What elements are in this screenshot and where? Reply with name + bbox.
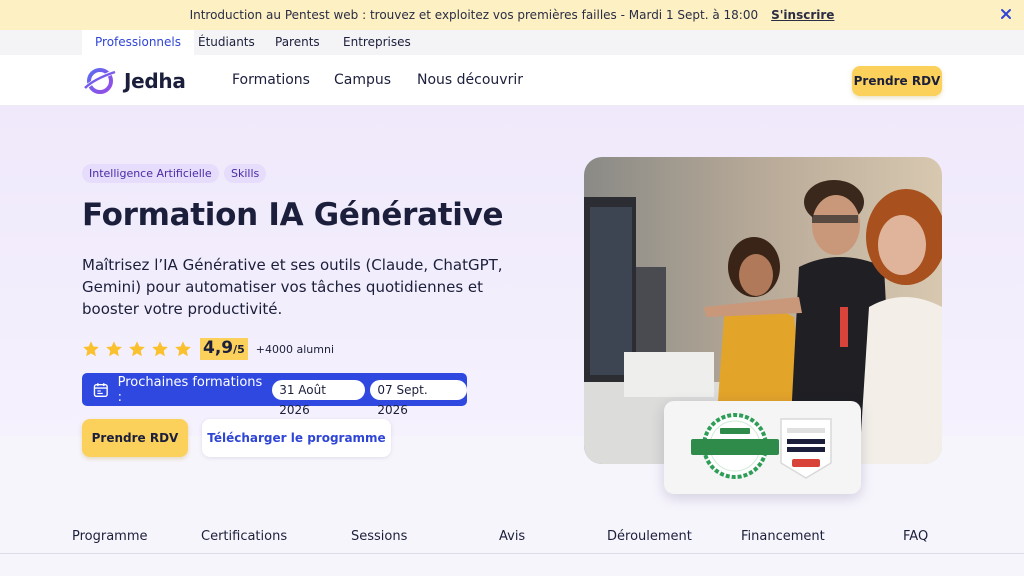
section-nav: Programme Certifications Sessions Avis D…: [0, 518, 1024, 554]
hero-subtitle: Maîtrisez l’IA Générative et ses outils …: [82, 256, 503, 318]
section-tab-financement[interactable]: Financement: [741, 529, 825, 544]
calendar-icon: [93, 382, 108, 397]
tab-entreprises[interactable]: Entreprises: [343, 30, 411, 55]
star-icon: [83, 341, 99, 357]
awards-badges: [691, 413, 832, 479]
section-tab-avis[interactable]: Avis: [499, 529, 525, 544]
tag-skills[interactable]: Skills: [224, 164, 267, 183]
awards-card: [664, 401, 861, 494]
switchup-badge-icon: [780, 418, 832, 479]
tab-etudiants[interactable]: Étudiants: [198, 30, 255, 55]
banner-register-link[interactable]: S'inscrire: [771, 8, 834, 22]
logo-icon: [82, 68, 117, 94]
alumni-count: +4000 alumni: [255, 342, 335, 356]
star-icon: [129, 341, 145, 357]
session-date-chip[interactable]: 31 Août 2026: [272, 379, 366, 417]
star-icon: [175, 341, 191, 357]
hero-rdv-button[interactable]: Prendre RDV: [82, 419, 188, 457]
section-tab-faq[interactable]: FAQ: [903, 529, 928, 544]
tab-parents[interactable]: Parents: [275, 30, 320, 55]
jedha-logo[interactable]: Jedha: [82, 65, 186, 97]
logo-text: Jedha: [124, 69, 186, 93]
course-report-badge-icon: [691, 413, 779, 479]
banner-text: Introduction au Pentest web : trouvez et…: [189, 8, 759, 22]
page-title: Formation IA Générative: [82, 197, 504, 233]
rating-score-value: 4,9: [203, 338, 234, 358]
announcement-banner: Introduction au Pentest web : trouvez et…: [0, 0, 1024, 30]
rating-score: 4,9/5: [200, 338, 248, 360]
rating-score-suffix: /5: [233, 343, 245, 356]
section-tab-programme[interactable]: Programme: [72, 529, 148, 544]
star-icon: [152, 341, 168, 357]
download-program-button[interactable]: Télécharger le programme: [202, 419, 391, 457]
audience-tabs: Professionnels Étudiants Parents Entrepr…: [0, 30, 1024, 55]
section-tab-sessions[interactable]: Sessions: [351, 529, 407, 544]
section-tab-certifications[interactable]: Certifications: [201, 529, 287, 544]
section-tab-deroulement[interactable]: Déroulement: [607, 529, 692, 544]
site-header: Jedha Formations Campus Nous découvrir P…: [0, 55, 1024, 106]
nav-formations[interactable]: Formations: [232, 72, 310, 88]
upcoming-sessions-bar: Prochaines formations : 31 Août 2026 07 …: [82, 373, 467, 417]
star-icon: [106, 341, 122, 357]
tag-intelligence-artificielle[interactable]: Intelligence Artificielle: [82, 164, 219, 183]
session-date-chip[interactable]: 07 Sept. 2026: [370, 379, 467, 417]
star-rating: [82, 340, 192, 358]
header-rdv-button[interactable]: Prendre RDV: [852, 66, 942, 96]
nav-nous-decouvrir[interactable]: Nous découvrir: [417, 72, 523, 88]
nav-campus[interactable]: Campus: [334, 72, 391, 88]
rating: 4,9/5 +4000 alumni: [82, 338, 334, 360]
sessions-label: Prochaines formations :: [117, 374, 263, 405]
close-icon[interactable]: [998, 6, 1014, 22]
tab-professionnels[interactable]: Professionnels: [82, 30, 195, 55]
